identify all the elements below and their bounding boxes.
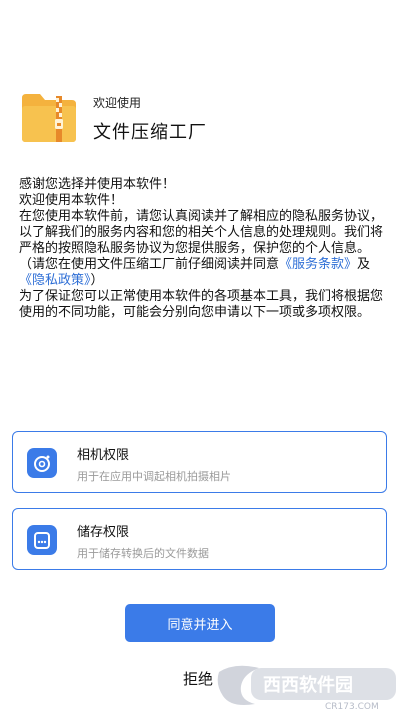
service-terms-link[interactable]: 《服务条款》 <box>279 257 357 272</box>
camera-permission-card: 相机权限 用于在应用中调起相机拍摄相片 <box>12 431 387 493</box>
camera-permission-title: 相机权限 <box>77 448 130 463</box>
agree-button[interactable]: 同意并进入 <box>125 604 275 642</box>
site-watermark-logo: 西西软件园 CR173.COM <box>215 660 400 712</box>
camera-icon <box>27 448 57 478</box>
camera-permission-desc: 用于在应用中调起相机拍摄相片 <box>77 470 231 483</box>
welcome-text: 欢迎使用本软件！ <box>19 193 124 208</box>
svg-text:CR173.COM: CR173.COM <box>325 702 379 711</box>
svg-text:西西软件园: 西西软件园 <box>263 674 353 696</box>
privacy-policy-link[interactable]: 《隐私政策》 <box>19 273 91 288</box>
conjunction-text: 及 <box>357 257 371 272</box>
permission-intro-text: 为了保证您可以正常使用本软件的各项基本工具，我们将根据您使用的不同功能，可能会分… <box>19 289 384 320</box>
agreement-close-text: ） <box>90 273 104 288</box>
thanks-text: 感谢您选择并使用本软件！ <box>19 177 176 192</box>
app-title: 文件压缩工厂 <box>93 122 207 143</box>
storage-icon <box>27 525 57 555</box>
app-folder-icon <box>20 88 78 144</box>
agreement-paragraph: 在您使用本软件前，请您认真阅读并了解相应的隐私服务协议，以了解我们的服务内容和您… <box>19 209 383 289</box>
privacy-intro: 感谢您选择并使用本软件！ 欢迎使用本软件！ 在您使用本软件前，请您认真阅读并了解… <box>19 177 383 321</box>
refuse-button[interactable]: 拒绝 <box>183 668 213 689</box>
storage-permission-title: 储存权限 <box>77 525 130 540</box>
storage-permission-desc: 用于储存转换后的文件数据 <box>77 547 209 560</box>
storage-permission-card: 储存权限 用于储存转换后的文件数据 <box>12 508 387 570</box>
welcome-label: 欢迎使用 <box>93 96 142 110</box>
